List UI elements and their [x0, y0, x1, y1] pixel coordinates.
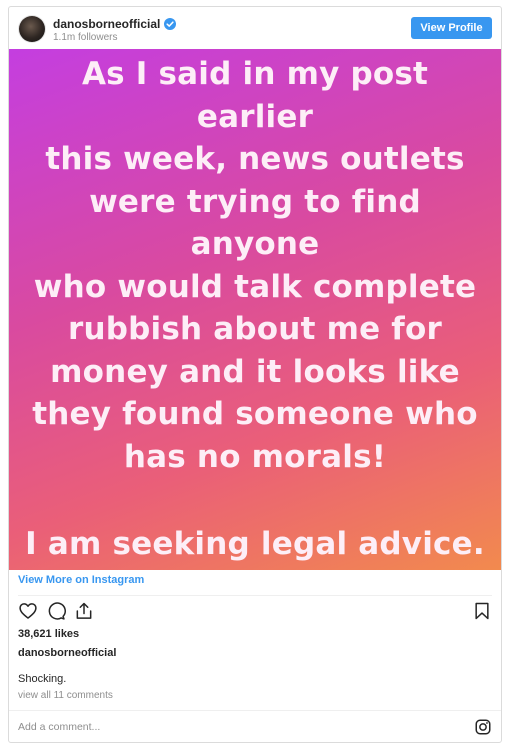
- heart-icon[interactable]: [18, 601, 38, 621]
- add-comment-input[interactable]: [18, 718, 438, 736]
- username-link[interactable]: danosborneofficial: [53, 17, 160, 31]
- post-text-spacer: [20, 478, 490, 523]
- post-text-line: As I said in my post earlier: [81, 56, 429, 135]
- username-row: danosborneofficial: [53, 17, 177, 31]
- post-text-line: who would talk complete: [33, 268, 477, 305]
- post-text-final-line: I am seeking legal advice.: [25, 526, 485, 563]
- post-text-line: were trying to find anyone: [89, 183, 421, 263]
- post-text-line: this week, news outlets: [45, 141, 465, 178]
- caption-text: Shocking.: [18, 673, 67, 685]
- post-text-line: money and it looks like: [50, 353, 460, 390]
- comment-icon[interactable]: [46, 601, 66, 621]
- post-text-line: they found someone who: [32, 396, 478, 433]
- follower-count: 1.1m followers: [53, 32, 118, 43]
- bookmark-icon[interactable]: [472, 601, 492, 621]
- avatar[interactable]: [19, 16, 45, 42]
- instagram-embed-card: danosborneofficial 1.1m followers View P…: [8, 6, 502, 743]
- post-text-line: has no morals!: [123, 438, 387, 475]
- like-count[interactable]: 38,621 likes: [18, 628, 79, 640]
- divider: [9, 710, 501, 711]
- caption-username[interactable]: danosborneofficial: [18, 647, 116, 659]
- view-more-link[interactable]: View More on Instagram: [18, 574, 144, 586]
- action-bar: [18, 601, 94, 621]
- divider: [18, 595, 492, 596]
- view-profile-button[interactable]: View Profile: [411, 17, 492, 39]
- view-comments-link[interactable]: view all 11 comments: [18, 690, 113, 701]
- share-icon[interactable]: [74, 601, 94, 621]
- post-header: danosborneofficial 1.1m followers View P…: [9, 7, 501, 49]
- post-image[interactable]: As I said in my post earlier this week, …: [9, 49, 501, 570]
- post-text-line: rubbish about me for: [68, 311, 442, 348]
- verified-badge-icon: [164, 18, 177, 30]
- instagram-logo-icon[interactable]: [474, 718, 492, 736]
- post-text: As I said in my post earlier this week, …: [20, 53, 490, 566]
